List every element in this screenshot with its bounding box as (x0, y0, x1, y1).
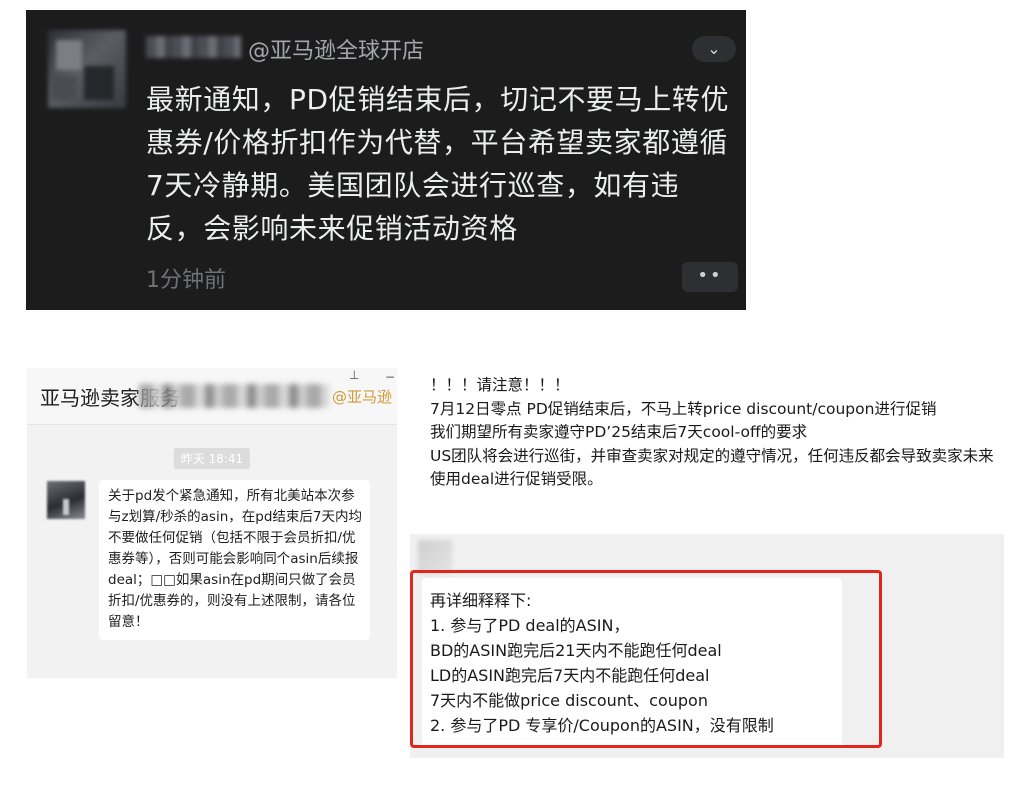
post-time: 1分钟前 (146, 268, 226, 293)
more-dots-icon[interactable]: •• (682, 262, 738, 292)
avatar-pixel (52, 76, 76, 100)
mention-text[interactable]: @亚马逊 (332, 386, 392, 407)
post-message: 最新通知，PD促销结束后，切记不要马上转优惠券/价格折扣作为代替，平台希望卖家都… (146, 83, 730, 245)
avatar[interactable] (48, 30, 126, 108)
avatar-pixel (56, 40, 82, 70)
avatar-detail (63, 499, 69, 515)
notice-line: ！！！请注意！！！ (430, 376, 570, 394)
chat-header: 亚马逊卖家服务 @亚马逊 ⊥ − (27, 368, 397, 425)
avatar-pixel (84, 66, 114, 100)
chat-area: 再详细释释下: 1. 参与了PD deal的ASIN， BD的ASIN跑完后21… (410, 534, 1004, 758)
group-chat-window: 亚马逊卖家服务 @亚马逊 ⊥ − 昨天 18:41 关于pd发个紧急通知，所有北… (27, 368, 397, 678)
notice-line: 我们期望所有卖家遵守PD’25结束后7天cool-off的要求 (430, 423, 808, 441)
message-timestamp: 昨天 18:41 (173, 448, 251, 469)
notice-text: ！！！请注意！！！ 7月12日零点 PD促销结束后，不马上转price disc… (430, 374, 1002, 492)
minimize-icon[interactable]: − (385, 370, 395, 384)
avatar[interactable] (47, 481, 85, 519)
group-title-blurred (139, 384, 329, 408)
notice-line: 7月12日零点 PD促销结束后，不马上转price discount/coupo… (430, 399, 937, 418)
dark-notification-card: @亚马逊全球开店 ⌄ 最新通知，PD促销结束后，切记不要马上转优惠券/价格折扣作… (26, 10, 746, 310)
notice-line: US团队将会进行巡街，并审查卖家对规定的遵守情况，任何违反都会导致卖家未来使用d… (430, 446, 994, 489)
mention-text[interactable]: @亚马逊全球开店 (248, 33, 424, 65)
highlight-box (410, 570, 882, 748)
sender-name-blurred (146, 36, 241, 58)
avatar[interactable] (418, 540, 452, 574)
notice-panel: ！！！请注意！！！ 7月12日零点 PD促销结束后，不马上转price disc… (410, 368, 1004, 758)
message-bubble: 关于pd发个紧急通知，所有北美站本次参与z划算/秒杀的asin，在pd结束后7天… (99, 480, 370, 640)
chevron-down-icon[interactable]: ⌄ (692, 36, 736, 62)
pin-icon[interactable]: ⊥ (349, 368, 359, 382)
